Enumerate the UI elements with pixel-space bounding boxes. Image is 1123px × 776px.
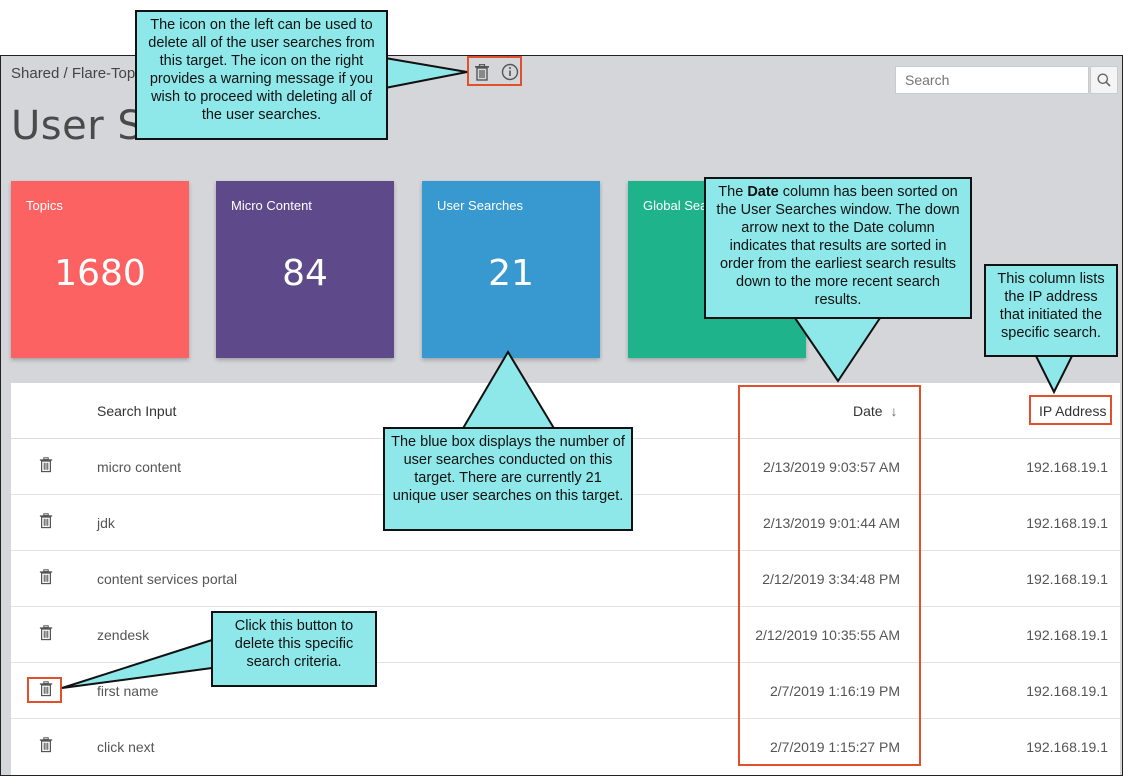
cell-search-input: first name <box>97 683 159 699</box>
highlight-ip-header <box>1029 395 1112 425</box>
cell-ip: 192.168.19.1 <box>1026 683 1108 699</box>
cell-ip: 192.168.19.1 <box>1026 515 1108 531</box>
callout-blue-box: The blue box displays the number of user… <box>383 427 633 531</box>
cell-ip: 192.168.19.1 <box>1026 739 1108 755</box>
table-row: click next 2/7/2019 1:15:27 PM 192.168.1… <box>11 719 1120 775</box>
cell-search-input: zendesk <box>97 627 150 643</box>
cell-search-input: click next <box>97 739 155 755</box>
callout-date-sorted: The Date column has been sorted on the U… <box>704 177 972 319</box>
delete-row-button[interactable] <box>39 569 55 585</box>
search-button[interactable] <box>1090 66 1118 94</box>
tile-label: Micro Content <box>231 198 312 213</box>
cell-ip: 192.168.19.1 <box>1026 459 1108 475</box>
trash-icon <box>39 513 53 529</box>
table-row: content services portal 2/12/2019 3:34:4… <box>11 551 1120 607</box>
table-row: first name 2/7/2019 1:16:19 PM 192.168.1… <box>11 663 1120 719</box>
column-search-input[interactable]: Search Input <box>97 403 176 419</box>
callout-ip-address: This column lists the IP address that in… <box>984 264 1118 357</box>
trash-icon <box>39 737 53 753</box>
search-input[interactable] <box>895 66 1089 94</box>
callout-date-bold: Date <box>747 184 779 200</box>
callout-delete-all: The icon on the left can be used to dele… <box>135 10 388 140</box>
tile-value: 1680 <box>54 253 146 294</box>
tile-label: Global Sea <box>643 198 708 213</box>
tile-label: User Searches <box>437 198 523 213</box>
cell-search-input: micro content <box>97 459 182 475</box>
delete-row-button[interactable] <box>39 457 55 473</box>
cell-search-input: jdk <box>97 515 115 531</box>
delete-row-button[interactable] <box>39 625 55 641</box>
trash-icon <box>39 457 53 473</box>
callout-date-text-pre: The <box>718 184 748 200</box>
callout-delete-one: Click this button to delete this specifi… <box>211 611 377 687</box>
tile-label: Topics <box>26 198 63 213</box>
highlight-date-column <box>738 385 921 766</box>
breadcrumb[interactable]: Shared / Flare-Top <box>11 65 135 82</box>
table-row: zendesk 2/12/2019 10:35:55 AM 192.168.19… <box>11 607 1120 663</box>
delete-row-button[interactable] <box>39 737 55 753</box>
search-icon <box>1097 73 1111 87</box>
tile-micro-content[interactable]: Micro Content 84 <box>216 181 394 358</box>
highlight-delete-info-icons <box>467 56 522 86</box>
tile-topics[interactable]: Topics 1680 <box>11 181 189 358</box>
trash-icon <box>39 569 53 585</box>
cell-search-input: content services portal <box>97 571 238 587</box>
trash-icon <box>39 625 53 641</box>
tile-value: 21 <box>488 253 534 294</box>
cell-ip: 192.168.19.1 <box>1026 627 1108 643</box>
callout-date-text-post: column has been sorted on the User Searc… <box>716 184 960 308</box>
tile-value: 84 <box>282 253 328 294</box>
tile-user-searches[interactable]: User Searches 21 <box>422 181 600 358</box>
cell-ip: 192.168.19.1 <box>1026 571 1108 587</box>
app-window: Shared / Flare-Top User Se Search Topics… <box>0 55 1123 776</box>
highlight-row-delete <box>27 677 62 703</box>
delete-row-button[interactable] <box>39 513 55 529</box>
